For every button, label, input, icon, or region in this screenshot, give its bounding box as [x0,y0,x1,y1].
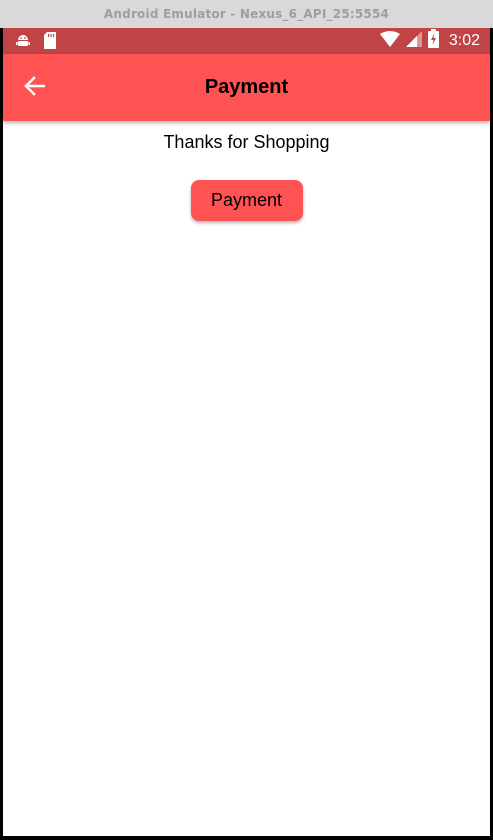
window-title-bar: Android Emulator - Nexus_6_API_25:5554 [0,0,493,28]
emulator-window: Android Emulator - Nexus_6_API_25:5554 3… [0,0,493,840]
window-title: Android Emulator - Nexus_6_API_25:5554 [103,7,390,21]
sd-card-icon [43,32,57,54]
wifi-icon [379,30,400,52]
main-content: Thanks for Shopping Payment [3,121,490,221]
status-clock: 3:02 [448,32,480,49]
thanks-message: Thanks for Shopping [163,132,330,152]
status-bar: 3:02 [3,28,490,54]
cell-signal-icon [405,30,422,52]
device-screen: 3:02 Payment Thanks for Shopping Payment [3,28,490,836]
app-bar: Payment [3,54,490,121]
page-title: Payment [204,76,289,98]
battery-charging-icon [427,29,439,53]
payment-button[interactable]: Payment [190,180,303,221]
android-debug-icon [15,33,31,54]
status-left-icons [15,32,57,54]
status-right-icons: 3:02 [379,29,480,53]
